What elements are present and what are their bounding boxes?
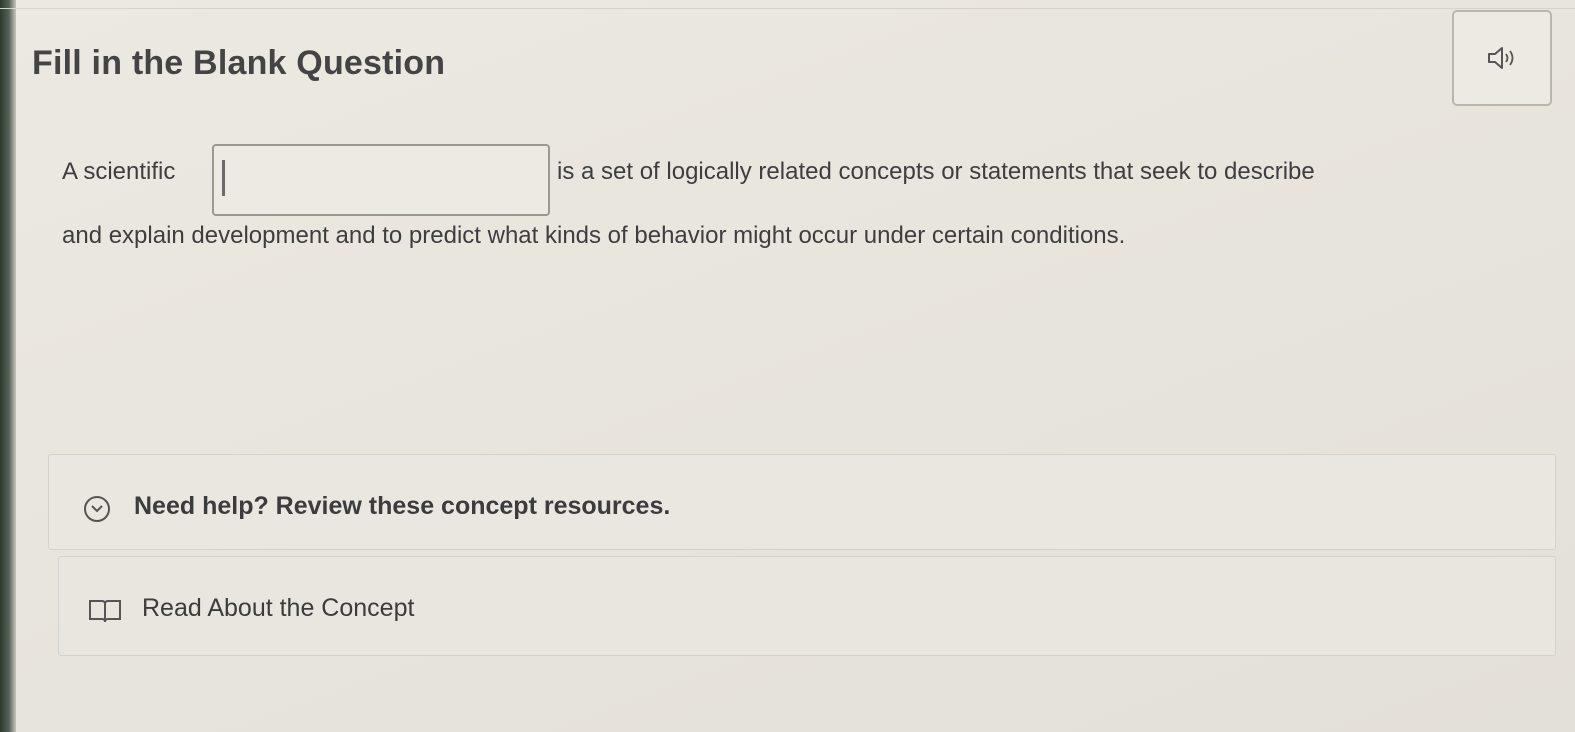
top-divider [0,8,1575,9]
read-aloud-button[interactable] [1452,10,1552,106]
question-text-line2: and explain development and to predict w… [62,222,1126,249]
question-text-after-blank: is a set of logically related concepts o… [557,158,1315,185]
monitor-bezel [0,0,16,732]
chevron-down-circle-icon[interactable] [84,496,110,522]
speaker-icon [1488,47,1514,69]
help-label[interactable]: Need help? Review these concept resource… [134,492,670,521]
answer-blank-input[interactable] [212,144,550,216]
question-text-before-blank: A scientific [62,158,176,185]
text-caret [222,160,225,196]
question-title: Fill in the Blank Question [32,44,446,82]
read-about-concept-link[interactable]: Read About the Concept [142,594,414,623]
book-icon [89,600,121,623]
